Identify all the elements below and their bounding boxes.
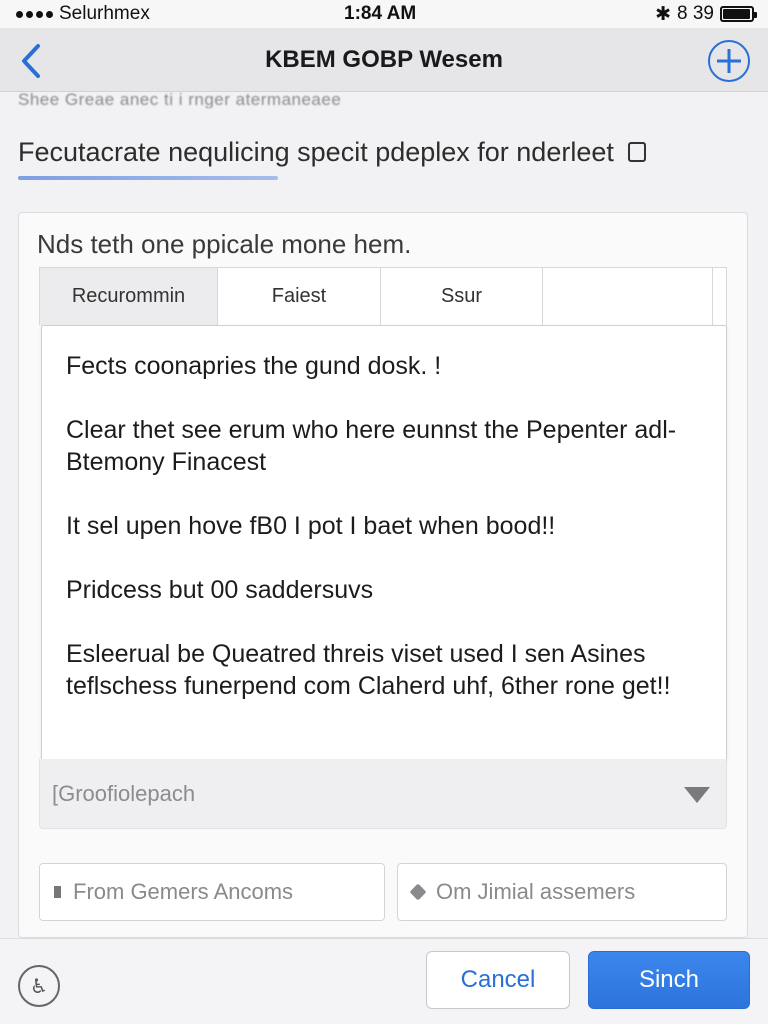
- status-time: 1:84 AM: [344, 3, 417, 24]
- status-left: Selurhmex: [16, 3, 150, 25]
- option-button-right[interactable]: Om Jimial assemers: [397, 863, 727, 921]
- sinch-button[interactable]: Sinch: [588, 951, 750, 1009]
- battery-fill: [723, 9, 750, 19]
- paragraph-4: Pridcess but 00 saddersuvs: [66, 576, 374, 604]
- prompt-row: Fecutacrate nequlicing specit pdeplex fo…: [18, 134, 748, 170]
- tab-empty[interactable]: [543, 268, 713, 325]
- dropdown-value: [Groofiolepach: [52, 780, 196, 806]
- paragraph-5: Esleerual be Queatred threis viset used …: [66, 640, 671, 700]
- status-right: ✱ 8 39: [655, 3, 757, 26]
- tab-recurommin[interactable]: Recurommin: [40, 268, 218, 325]
- subheader: Shee Greae anec ti i rnger atermaneaee: [18, 90, 342, 108]
- cancel-button[interactable]: Cancel: [426, 951, 570, 1009]
- document-icon[interactable]: [627, 142, 646, 162]
- page-title: KBEM GOBP Wesem: [265, 46, 503, 73]
- bar-icon: [54, 886, 61, 898]
- tab-bar: Recurommin Faiest Ssur: [39, 267, 727, 325]
- content-card: Nds teth one ppicale mone hem. Recurommi…: [18, 212, 748, 938]
- accessibility-icon[interactable]: ♿: [18, 965, 60, 1007]
- diamond-icon: [409, 883, 427, 901]
- paragraph-2: Clear thet see erum who here eunnst the …: [66, 416, 677, 476]
- bottom-bar: ♿ Cancel Sinch: [0, 938, 768, 1024]
- prompt-underline: [18, 176, 278, 180]
- option-button-left[interactable]: From Gemers Ancoms: [39, 863, 385, 921]
- bluetooth-icon: ✱: [655, 3, 672, 25]
- group-dropdown[interactable]: [Groofiolepach: [39, 759, 727, 829]
- option-right-label: Om Jimial assemers: [436, 879, 636, 904]
- tab-faiest[interactable]: Faiest: [218, 268, 381, 325]
- battery-icon: [720, 6, 757, 22]
- chevron-down-icon[interactable]: [684, 786, 710, 803]
- carrier-label: Selurhmex: [59, 3, 150, 24]
- option-left-label: From Gemers Ancoms: [73, 879, 294, 904]
- nav-bar: KBEM GOBP Wesem: [0, 28, 768, 92]
- prompt-text: Fecutacrate nequlicing specit pdeplex fo…: [18, 136, 614, 167]
- battery-percent: 8 39: [677, 3, 714, 24]
- plus-circle-icon[interactable]: [708, 40, 750, 82]
- paragraph-3: It sel upen hove fB0 I pot I baet when b…: [66, 512, 556, 540]
- card-title: Nds teth one ppicale mone hem.: [37, 229, 412, 259]
- status-bar: Selurhmex 1:84 AM ✱ 8 39: [0, 0, 768, 28]
- signal-icon: [16, 10, 53, 18]
- paragraph-1: Fects coonapries the gund dosk. !: [66, 352, 442, 380]
- tab-ssur[interactable]: Ssur: [381, 268, 543, 325]
- message-text-area[interactable]: Fects coonapries the gund dosk. ! Clear …: [41, 325, 727, 763]
